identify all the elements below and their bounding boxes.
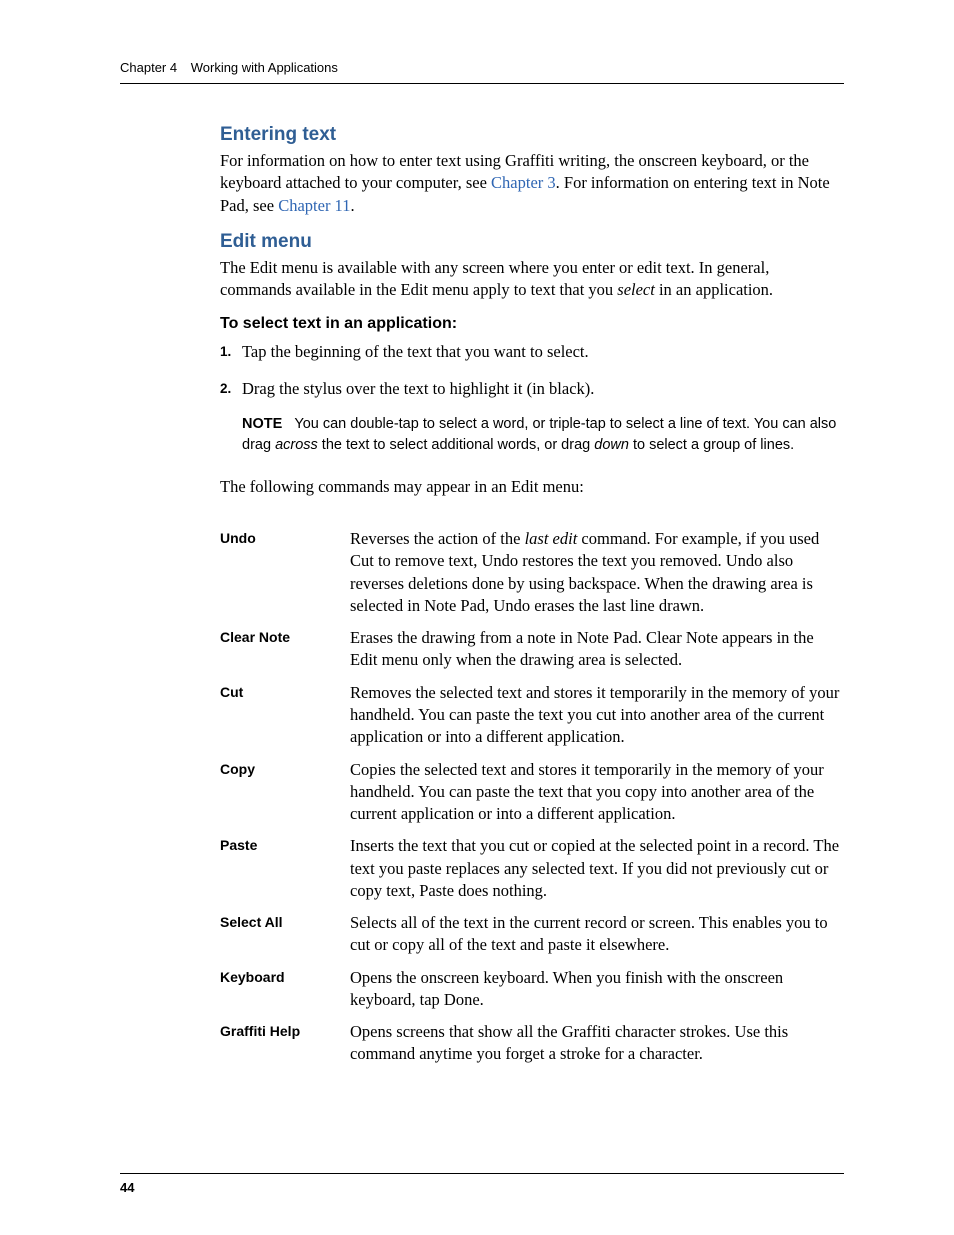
edit-menu-heading: Edit menu xyxy=(220,231,844,253)
cmd-desc: Inserts the text that you cut or copied … xyxy=(350,835,844,902)
note-text: the text to select additional words, or … xyxy=(318,437,594,453)
after-note-paragraph: The following commands may appear in an … xyxy=(220,476,844,498)
table-row: Paste Inserts the text that you cut or c… xyxy=(220,835,844,902)
cmd-desc: Opens the onscreen keyboard. When you fi… xyxy=(350,967,844,1012)
edit-menu-paragraph: The Edit menu is available with any scre… xyxy=(220,257,844,302)
italic-span: select xyxy=(617,280,655,299)
entering-text-heading: Entering text xyxy=(220,124,844,146)
step-text: Tap the beginning of the text that you w… xyxy=(242,342,589,361)
cmd-desc: Erases the drawing from a note in Note P… xyxy=(350,627,844,672)
cmd-term-paste: Paste xyxy=(220,835,350,902)
steps-list: 1. Tap the beginning of the text that yo… xyxy=(220,341,844,400)
note-label: NOTE xyxy=(242,416,282,432)
cmd-desc: Reverses the action of the last edit com… xyxy=(350,528,844,617)
table-row: Graffiti Help Opens screens that show al… xyxy=(220,1021,844,1066)
italic-span: across xyxy=(275,437,318,453)
text-span: . xyxy=(350,196,354,215)
italic-span: last edit xyxy=(525,529,578,548)
running-header: Chapter 4 Working with Applications xyxy=(120,60,844,84)
table-row: Clear Note Erases the drawing from a not… xyxy=(220,627,844,672)
table-row: Cut Removes the selected text and stores… xyxy=(220,682,844,749)
select-text-subhead: To select text in an application: xyxy=(220,315,844,333)
cmd-term-undo: Undo xyxy=(220,528,350,617)
chapter-11-link[interactable]: Chapter 11 xyxy=(278,196,350,215)
cmd-term-keyboard: Keyboard xyxy=(220,967,350,1012)
table-row: Select All Selects all of the text in th… xyxy=(220,912,844,957)
cmd-term-copy: Copy xyxy=(220,759,350,826)
step-1: 1. Tap the beginning of the text that yo… xyxy=(220,341,844,363)
main-content: Entering text For information on how to … xyxy=(220,124,844,1066)
cmd-term-cut: Cut xyxy=(220,682,350,749)
chapter-title: Working with Applications xyxy=(191,60,338,75)
cmd-term-graffiti-help: Graffiti Help xyxy=(220,1021,350,1066)
step-number: 1. xyxy=(220,343,231,361)
cmd-desc: Opens screens that show all the Graffiti… xyxy=(350,1021,844,1066)
cmd-desc: Selects all of the text in the current r… xyxy=(350,912,844,957)
italic-span: down xyxy=(594,437,629,453)
table-row: Copy Copies the selected text and stores… xyxy=(220,759,844,826)
page: Chapter 4 Working with Applications Ente… xyxy=(0,0,954,1235)
text-span: in an application. xyxy=(655,280,773,299)
note-block: NOTE You can double-tap to select a word… xyxy=(242,414,844,456)
commands-table: Undo Reverses the action of the last edi… xyxy=(220,528,844,1066)
cmd-desc: Removes the selected text and stores it … xyxy=(350,682,844,749)
step-text: Drag the stylus over the text to highlig… xyxy=(242,379,594,398)
table-row: Undo Reverses the action of the last edi… xyxy=(220,528,844,617)
note-text: to select a group of lines. xyxy=(629,437,794,453)
step-number: 2. xyxy=(220,380,231,398)
step-2: 2. Drag the stylus over the text to high… xyxy=(220,378,844,400)
chapter-label: Chapter 4 xyxy=(120,60,177,75)
cmd-desc: Copies the selected text and stores it t… xyxy=(350,759,844,826)
entering-text-paragraph: For information on how to enter text usi… xyxy=(220,150,844,217)
cmd-term-clear-note: Clear Note xyxy=(220,627,350,672)
chapter-3-link[interactable]: Chapter 3 xyxy=(491,173,556,192)
cmd-term-select-all: Select All xyxy=(220,912,350,957)
page-number: 44 xyxy=(120,1173,844,1195)
text-span: Reverses the action of the xyxy=(350,529,525,548)
table-row: Keyboard Opens the onscreen keyboard. Wh… xyxy=(220,967,844,1012)
